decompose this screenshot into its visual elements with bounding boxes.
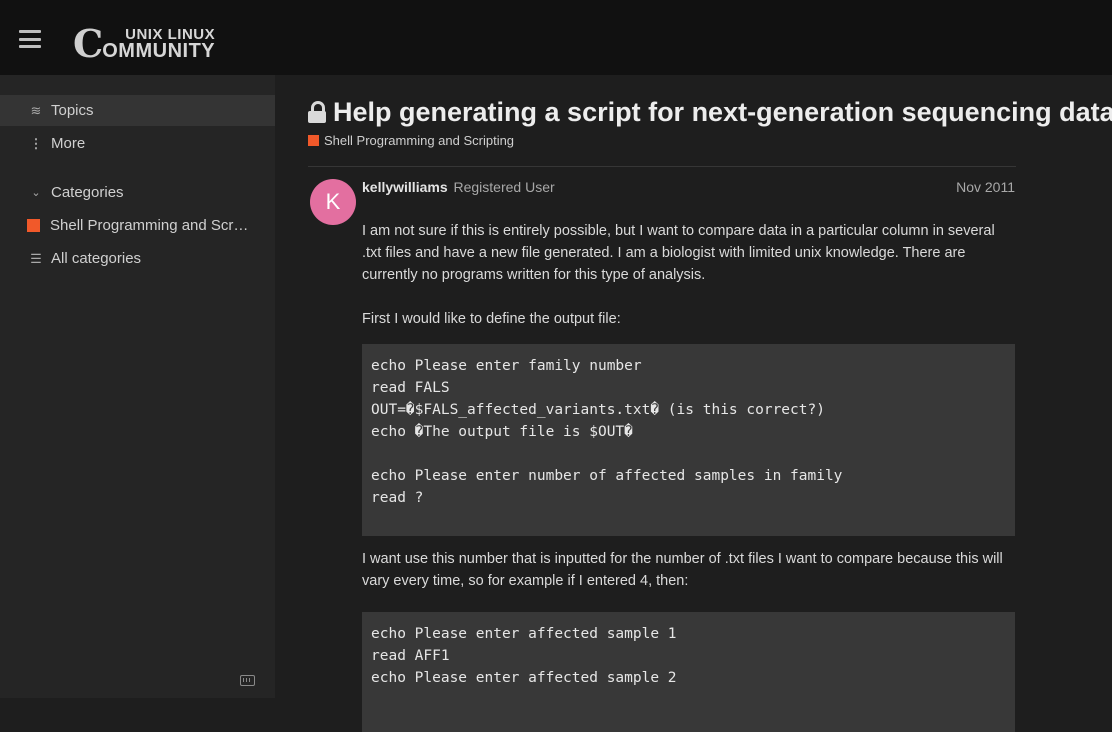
- chevron-down-icon: ⌄: [31, 187, 41, 199]
- code-line: OUT=�$FALS_affected_variants.txt� (is th…: [371, 402, 825, 418]
- topic-category-badge[interactable]: Shell Programming and Scripting: [308, 133, 514, 148]
- code-block: echo Please enter family number read FAL…: [362, 344, 1015, 536]
- code-line: echo Please enter family number: [371, 358, 642, 374]
- lock-icon: [308, 100, 326, 123]
- sidebar: ≋ Topics ⋮ More ⌄ Categories Shell Progr…: [0, 75, 275, 698]
- sidebar-item-label: All categories: [51, 250, 142, 267]
- header-bar: C UNIX LINUX OMMUNITY: [0, 0, 1112, 75]
- topic-category-label: Shell Programming and Scripting: [324, 133, 515, 148]
- post-paragraph: First I would like to define the output …: [362, 311, 621, 327]
- sidebar-item-label: More: [51, 135, 86, 152]
- sidebar-item-label: Shell Programming and Scr…: [50, 217, 249, 234]
- logo-bottom-text: OMMUNITY: [102, 40, 216, 62]
- post-header: kellywilliams Registered User Nov 2011: [362, 179, 1015, 195]
- post-paragraph: I want use this number that is inputted …: [362, 551, 1003, 589]
- topic-title[interactable]: Help generating a script for next-genera…: [333, 97, 1112, 128]
- avatar[interactable]: K: [310, 179, 356, 225]
- logo-letter: C: [73, 21, 103, 66]
- vertical-dots-icon: ⋮: [29, 135, 43, 151]
- divider: [308, 166, 1016, 167]
- sidebar-item-topics[interactable]: ≋ Topics: [0, 95, 275, 126]
- keyboard-shortcuts-icon[interactable]: [240, 675, 255, 686]
- code-block: echo Please enter affected sample 1 read…: [362, 612, 1015, 732]
- code-line: read ?: [371, 490, 424, 506]
- hamburger-menu-icon[interactable]: [19, 30, 41, 48]
- sidebar-item-categories[interactable]: ⌄ Categories: [0, 177, 275, 208]
- topic-title-row: Help generating a script for next-genera…: [308, 97, 1112, 128]
- code-line: echo Please enter number of affected sam…: [371, 468, 843, 484]
- topic-view: Help generating a script for next-genera…: [275, 75, 1112, 732]
- post-username[interactable]: kellywilliams: [362, 179, 448, 195]
- code-line: echo Please enter affected sample 2: [371, 670, 677, 686]
- code-line: read AFF1: [371, 648, 450, 664]
- post-paragraph: I am not sure if this is entirely possib…: [362, 223, 995, 283]
- code-line: echo �The output file is $OUT�: [371, 424, 633, 440]
- sidebar-item-label: Categories: [51, 184, 124, 201]
- code-line: read FALS: [371, 380, 450, 396]
- category-color-square: [308, 135, 319, 146]
- post-date[interactable]: Nov 2011: [956, 179, 1015, 195]
- site-logo[interactable]: C UNIX LINUX OMMUNITY: [73, 21, 216, 66]
- category-color-square: [27, 219, 40, 232]
- sidebar-item-all-categories[interactable]: ☰ All categories: [0, 243, 275, 274]
- layers-icon: ≋: [30, 102, 42, 118]
- post-user-title: Registered User: [453, 179, 555, 195]
- sidebar-item-shell-programming[interactable]: Shell Programming and Scr…: [0, 210, 275, 241]
- code-line: echo Please enter affected sample 1: [371, 626, 677, 642]
- list-icon: ☰: [30, 250, 42, 266]
- sidebar-item-label: Topics: [51, 102, 94, 119]
- sidebar-item-more[interactable]: ⋮ More: [0, 128, 275, 159]
